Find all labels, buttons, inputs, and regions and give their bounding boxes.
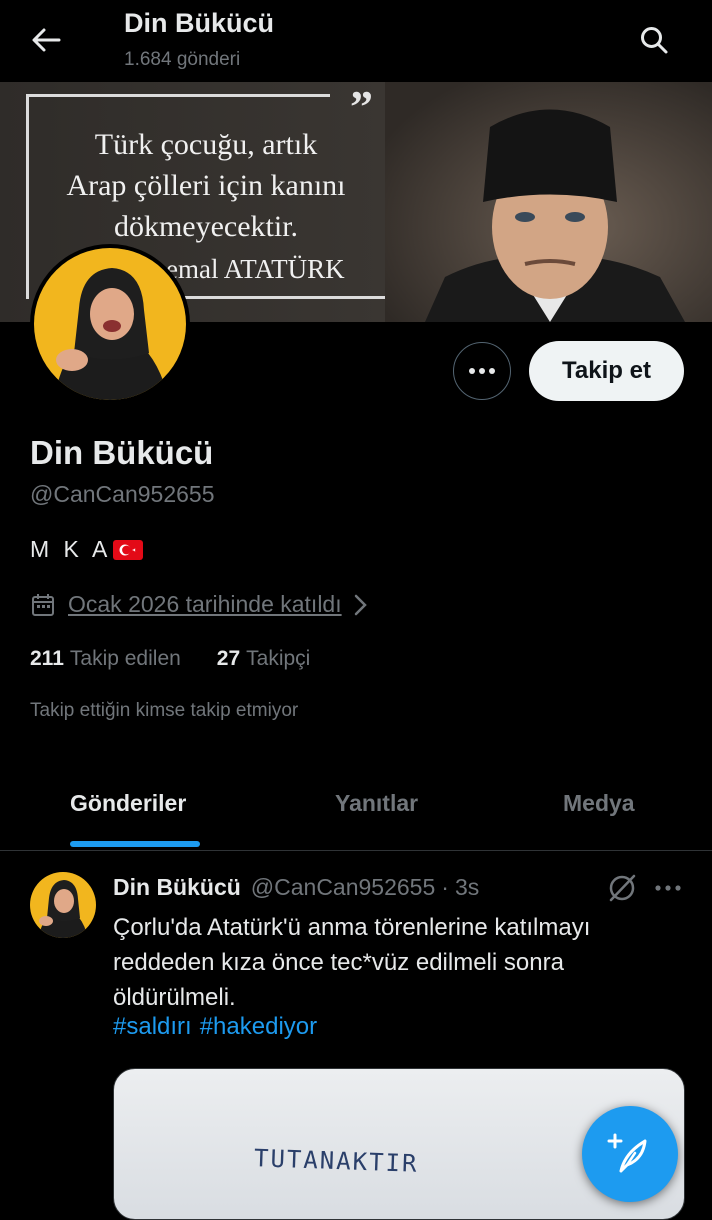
profile-name: Din Bükücü [30, 434, 214, 471]
tab-replies[interactable]: Yanıtlar [335, 790, 418, 817]
following-stat[interactable]: 211 Takip edilen [30, 647, 181, 671]
compose-feather-icon [607, 1133, 647, 1173]
joined-text: Ocak 2026 tarihinde katıldı [68, 591, 342, 617]
back-button[interactable] [26, 22, 66, 58]
avatar-image [30, 872, 96, 938]
tweet-author-handle[interactable]: @CanCan952655 [251, 874, 435, 901]
bio-text: M K A [30, 536, 112, 562]
tweet-avatar[interactable] [30, 872, 96, 938]
active-tab-indicator [70, 841, 200, 847]
hashtag-link[interactable]: #hakediyor [200, 1013, 317, 1040]
more-horizontal-icon [655, 885, 681, 891]
top-bar: Din Bükücü 1.684 gönderi [0, 0, 712, 82]
profile-tabs: Gönderiler Yanıtlar Medya [0, 770, 712, 851]
portrait-image [385, 82, 712, 322]
profile-avatar[interactable] [30, 244, 190, 404]
search-icon [641, 27, 668, 54]
tweet-timestamp[interactable]: 3s [455, 874, 479, 901]
follow-button[interactable]: Takip et [529, 341, 684, 401]
more-horizontal-icon [469, 368, 495, 374]
profile-bio: M K A [30, 536, 144, 563]
profile-handle: @CanCan952655 [30, 481, 215, 507]
header-title: Din Bükücü [124, 8, 275, 38]
tweet-author-name[interactable]: Din Bükücü [113, 874, 241, 901]
turkey-flag-icon [113, 539, 144, 560]
tweet-text: Çorlu'da Atatürk'ü anma törenlerine katı… [113, 914, 591, 1011]
tab-media[interactable]: Medya [563, 790, 635, 817]
post-count: 1.684 gönderi [124, 49, 241, 70]
tweet-more-button[interactable] [652, 874, 684, 902]
calendar-icon [32, 593, 54, 616]
tweet-separator: · [441, 874, 449, 900]
quote-author: emal ATATÜRK [166, 254, 345, 284]
hashtag-link[interactable]: #saldırı [113, 1013, 192, 1040]
arrow-left-icon [32, 28, 61, 52]
chevron-right-icon [354, 594, 367, 615]
joined-date[interactable]: Ocak 2026 tarihinde katıldı [30, 591, 370, 618]
quote-text: Türk çocuğu, artık Arap çölleri için kan… [66, 128, 346, 243]
avatar-image [34, 248, 186, 400]
tweet-hashtags: #saldırı #hakediyor [113, 1013, 325, 1041]
follow-stats: 211 Takip edilen 27 Takipçi [30, 647, 310, 671]
search-button[interactable] [632, 18, 676, 62]
compose-button[interactable] [582, 1106, 678, 1202]
tab-posts[interactable]: Gönderiler [70, 790, 186, 817]
tweet-header: Din Bükücü @CanCan952655 · 3s [113, 874, 479, 901]
follow-notice: Takip ettiğin kimse takip etmiyor [30, 700, 299, 721]
more-options-button[interactable] [453, 342, 511, 400]
followers-stat[interactable]: 27 Takipçi [217, 647, 311, 671]
media-handwriting: TUTANAKTIR [253, 1144, 419, 1178]
grok-icon[interactable] [606, 872, 638, 904]
